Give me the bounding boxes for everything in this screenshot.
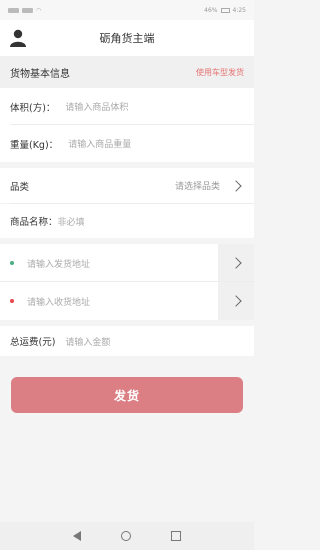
app-header: 砺角货主端	[0, 20, 254, 56]
section-title: 货物基本信息	[10, 68, 70, 80]
ship-address-input[interactable]: 请输入发货地址	[27, 257, 90, 270]
use-vehicle-type-link[interactable]: 使用车型发货	[196, 67, 244, 78]
receive-address-row[interactable]: 请输入收货地址	[0, 282, 254, 320]
category-row[interactable]: 品类 请选择品类	[0, 168, 254, 203]
wifi-icon: ◠	[36, 6, 42, 14]
receive-address-input[interactable]: 请输入收货地址	[27, 295, 90, 308]
freight-row[interactable]: 总运费(元) 请输入金额	[0, 326, 254, 356]
freight-input[interactable]: 请输入金额	[65, 335, 110, 348]
volume-input[interactable]: 请输入商品体积	[65, 100, 128, 113]
ship-address-row[interactable]: 请输入发货地址	[0, 244, 254, 282]
home-icon[interactable]	[121, 531, 131, 541]
chevron-right-icon	[230, 295, 242, 307]
volume-row[interactable]: 体积(方)： 请输入商品体积	[0, 88, 254, 125]
receive-dot-icon	[10, 299, 14, 303]
volume-label: 体积(方)：	[10, 102, 56, 114]
clock-text: 4:25	[232, 6, 246, 14]
ship-address-select-button[interactable]	[218, 244, 254, 282]
category-label: 品类	[10, 181, 30, 193]
user-icon[interactable]	[10, 29, 26, 47]
chevron-right-icon	[230, 257, 242, 269]
signal-icon	[8, 7, 19, 13]
freight-label: 总运费(元)	[10, 337, 56, 348]
ship-submit-button[interactable]: 发货	[11, 377, 243, 413]
weight-label: 重量(Kg)：	[10, 139, 59, 151]
back-icon[interactable]	[73, 531, 81, 541]
ship-dot-icon	[10, 261, 14, 265]
category-select[interactable]: 请选择品类	[175, 179, 220, 192]
status-bar: ◠ 46% 4:25	[0, 0, 254, 20]
system-nav-bar	[0, 522, 254, 550]
cargo-info-header: 货物基本信息 使用车型发货	[0, 56, 254, 88]
battery-text: 46%	[204, 6, 218, 14]
product-name-label: 商品名称：	[10, 217, 58, 228]
weight-input[interactable]: 请输入商品重量	[68, 137, 131, 150]
battery-icon	[220, 7, 230, 13]
signal-icon	[22, 7, 33, 13]
page-title: 砺角货主端	[99, 32, 155, 45]
chevron-right-icon	[230, 179, 242, 192]
weight-row[interactable]: 重量(Kg)： 请输入商品重量	[0, 125, 254, 162]
recent-apps-icon[interactable]	[171, 531, 181, 541]
product-name-input[interactable]: 非必填	[58, 215, 85, 228]
receive-address-select-button[interactable]	[218, 282, 254, 320]
product-name-row[interactable]: 商品名称： 非必填	[0, 204, 254, 238]
